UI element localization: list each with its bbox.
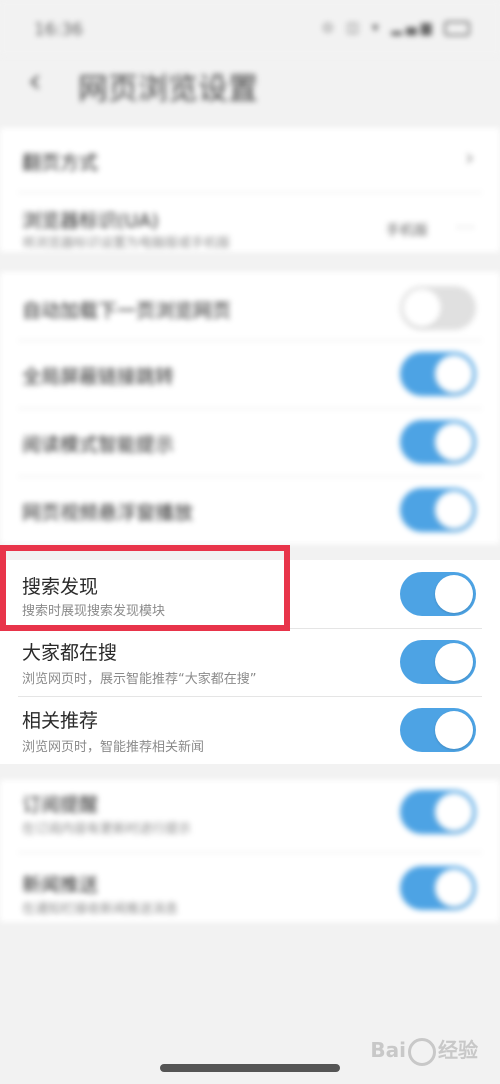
row-related-recommend[interactable]: 相关推荐 浏览网页时，智能推荐相关新闻 [0,696,500,764]
chevron-right-icon: › [465,146,474,171]
row-reader-mode[interactable]: 阅读模式智能提示 [0,408,500,476]
row-subtitle: 浏览网页时，智能推荐相关新闻 [22,740,205,755]
toggle-switch-off[interactable] [400,286,476,330]
row-title: 新闻推送 [22,874,99,896]
toggle-switch[interactable] [400,790,476,834]
row-title: 翻页方式 [22,152,99,174]
row-subtitle: 将浏览器标识设置为电脑版或手机版 [22,236,231,251]
section-notifications: 订阅提醒 在订阅内容有更新时进行提示 新闻推送 在通知栏接收新闻推送消息 [0,780,500,922]
row-title: 订阅提醒 [22,794,99,816]
page-title: 网页浏览设置 [78,72,258,107]
row-video-float[interactable]: 网页视频悬浮窗播放 [0,476,500,544]
row-subscribe-reminder[interactable]: 订阅提醒 在订阅内容有更新时进行提示 [0,780,500,848]
more-dots-icon: ··· [456,220,476,236]
section-page-options: 翻页方式 › 浏览器标识(UA) 将浏览器标识设置为电脑版或手机版 手机版 ··… [0,128,500,252]
row-subtitle: 在通知栏接收新闻推送消息 [22,902,179,917]
toggle-switch[interactable] [400,420,476,464]
row-page-turn-mode[interactable]: 翻页方式 › [0,128,500,192]
status-bar: 16:36 ⊙ ◫ ▾ ▂▄▆ [0,0,500,56]
row-title: 相关推荐 [22,710,99,732]
row-subtitle: 搜索时展现搜索发现模块 [22,604,166,619]
battery-icon [444,20,470,36]
toggle-switch[interactable] [400,866,476,910]
toggle-switch[interactable] [400,488,476,532]
row-title: 自动加载下一页浏览网页 [22,300,232,322]
home-indicator[interactable] [160,1064,340,1072]
back-arrow-icon[interactable]: ‹ [28,64,42,98]
baidu-watermark: Bai 经验 [370,1034,478,1066]
toggle-switch[interactable] [400,352,476,396]
section-browse-options: 自动加载下一页浏览网页 全局屏蔽链接跳转 阅读模式智能提示 网页视频悬浮窗播放 [0,272,500,544]
row-title: 全局屏蔽链接跳转 [22,366,175,388]
row-trending-search[interactable]: 大家都在搜 浏览网页时，展示智能推荐“大家都在搜” [0,628,500,696]
row-title: 网页视频悬浮窗播放 [22,502,194,524]
toggle-switch[interactable] [400,640,476,684]
row-news-push[interactable]: 新闻推送 在通知栏接收新闻推送消息 [0,852,500,922]
row-title: 浏览器标识(UA) [22,210,159,232]
row-auto-load[interactable]: 自动加载下一页浏览网页 [0,272,500,340]
row-subtitle: 在订阅内容有更新时进行提示 [22,822,192,837]
row-title: 阅读模式智能提示 [22,434,175,456]
status-time: 16:36 [34,20,83,40]
status-icons: ⊙ ◫ ▾ ▂▄▆ [322,20,470,36]
section-search-recommend: 搜索发现 搜索时展现搜索发现模块 大家都在搜 浏览网页时，展示智能推荐“大家都在… [0,560,500,764]
row-search-discovery[interactable]: 搜索发现 搜索时展现搜索发现模块 [0,560,500,628]
ua-value: 手机版 [386,223,428,239]
toggle-switch[interactable] [400,708,476,752]
row-subtitle: 浏览网页时，展示智能推荐“大家都在搜” [22,672,257,687]
row-title: 大家都在搜 [22,642,118,664]
nav-bar: ‹ 网页浏览设置 [0,56,500,107]
row-title: 搜索发现 [22,576,99,598]
toggle-switch[interactable] [400,572,476,616]
row-block-redirect[interactable]: 全局屏蔽链接跳转 [0,340,500,408]
row-user-agent[interactable]: 浏览器标识(UA) 将浏览器标识设置为电脑版或手机版 手机版 ··· [0,192,500,252]
paw-logo-icon [408,1037,436,1066]
